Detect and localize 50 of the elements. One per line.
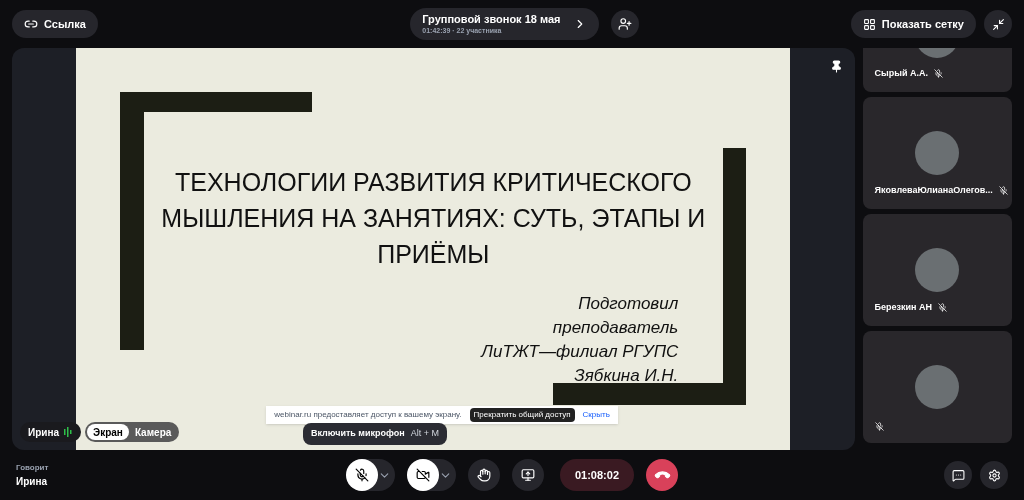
share-notice-text: webinar.ru предоставляет доступ к вашему экрану.	[274, 409, 462, 421]
camera-button[interactable]	[407, 459, 456, 491]
avatar-placeholder	[915, 248, 960, 292]
tooltip-shortcut: Alt + M	[410, 427, 440, 441]
minimize-button[interactable]	[984, 10, 1012, 38]
microphone-muted-icon	[355, 468, 369, 482]
tooltip-text: Включить микрофон	[311, 427, 405, 441]
settings-button[interactable]	[980, 461, 1008, 489]
avatar-placeholder	[915, 365, 960, 409]
share-screen-button[interactable]	[512, 459, 544, 491]
speaker-name: Ирина	[16, 474, 49, 489]
grid-icon	[862, 17, 876, 31]
participant-tile[interactable]: Березкин АН	[862, 214, 1012, 326]
call-title: Групповой звонок 18 мая	[422, 12, 561, 27]
show-grid-button[interactable]: Показать сетку	[850, 10, 976, 38]
participant-tile[interactable]: Сырый А.А.	[862, 48, 1012, 92]
link-button[interactable]: Ссылка	[12, 10, 98, 38]
slide-title: ТЕХНОЛОГИИ РАЗВИТИЯ КРИТИЧЕСКОГО МЫШЛЕНИЯ НА ЗАНЯТИЯХ: СУТЬ, ЭТАПЫ И ПРИЁМЫ	[160, 167, 707, 270]
participant-name: ЯковлеваЮлианаОлегов...	[874, 183, 993, 197]
source-tab[interactable]: Экран	[87, 424, 129, 440]
slide-credit-line: ЛиТЖТ—филиал РГУПС	[481, 341, 679, 363]
minimize-icon	[991, 17, 1005, 31]
link-icon	[24, 17, 38, 31]
speaking-label: Говорит	[16, 461, 50, 474]
hide-link[interactable]: Скрыть	[582, 409, 610, 421]
add-participant-button[interactable]	[610, 10, 639, 38]
participant-tile[interactable]: ЯковлеваЮлианаОлегов...	[862, 97, 1012, 209]
pin-icon	[829, 60, 843, 73]
presenter-name: Ирина	[28, 425, 60, 440]
call-timer: 01:08:02	[560, 459, 634, 491]
end-call-button[interactable]	[646, 459, 678, 491]
voice-activity-icon	[63, 427, 74, 437]
raise-hand-button[interactable]	[468, 459, 500, 491]
slide-credit-line: Зябкина И.Н.	[574, 365, 679, 387]
settings-icon	[987, 468, 1001, 482]
screen-share-icon	[521, 468, 535, 482]
avatar-placeholder	[915, 131, 960, 175]
participant-name: Сырый А.А.	[874, 66, 928, 80]
participant-tile[interactable]	[862, 331, 1012, 443]
camera-off-icon	[416, 468, 430, 482]
participant-name: Березкин АН	[874, 300, 933, 314]
hand-icon	[477, 468, 491, 482]
stop-sharing-button[interactable]: Прекратить общий доступ	[469, 408, 575, 422]
slide-credit-line: преподаватель	[552, 317, 679, 339]
microphone-button[interactable]	[346, 459, 395, 491]
slide-credit-line: Подготовил	[578, 293, 679, 315]
chat-icon	[951, 468, 965, 482]
add-user-icon	[617, 17, 632, 31]
chat-button[interactable]	[944, 461, 972, 489]
source-tab[interactable]: Камера	[128, 424, 178, 440]
